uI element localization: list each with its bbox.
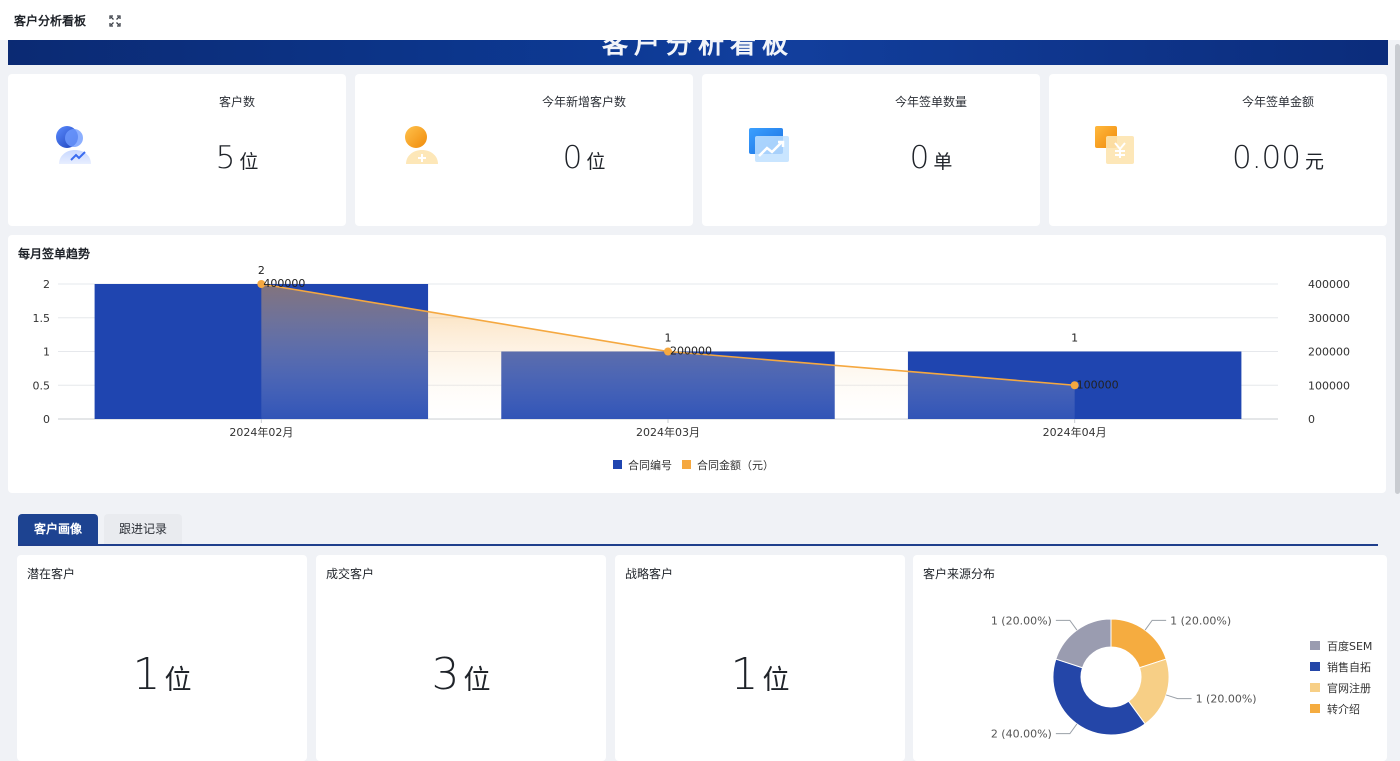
potential-customers-card: 潜在客户 1位 bbox=[17, 555, 307, 761]
customers-icon bbox=[53, 124, 97, 168]
card-unit: 位 bbox=[164, 665, 192, 696]
y-right-tick-label: 400000 bbox=[1308, 278, 1350, 291]
y-right-tick-label: 200000 bbox=[1308, 346, 1350, 359]
stat-card-signed-count: 今年签单数量 0单 bbox=[702, 74, 1040, 226]
stat-unit: 位 bbox=[586, 151, 606, 173]
stat-unit: 位 bbox=[239, 151, 259, 173]
card-value: 1位 bbox=[615, 649, 905, 700]
stat-label: 客户数 bbox=[218, 95, 255, 109]
card-unit: 位 bbox=[463, 665, 491, 696]
tab-customer-portrait[interactable]: 客户画像 bbox=[18, 514, 98, 544]
legend-label: 转介绍 bbox=[1327, 702, 1360, 716]
money-icon bbox=[1094, 124, 1138, 168]
legend-label: 官网注册 bbox=[1327, 681, 1371, 695]
customer-source-card: 客户来源分布 1 (20.00%) 2 (40.00%) 1 (20.00%) 1 (… bbox=[913, 555, 1387, 761]
line-data-label: 400000 bbox=[263, 277, 305, 290]
legend-swatch-line bbox=[682, 460, 691, 469]
bar-data-label: 1 bbox=[665, 332, 672, 345]
stat-value: 5位 bbox=[128, 140, 346, 176]
customer-source-donut: 1 (20.00%) 2 (40.00%) 1 (20.00%) 1 (20.00%)… bbox=[991, 614, 1373, 741]
card-number: 1 bbox=[730, 649, 759, 700]
y-left-tick-label: 1 bbox=[43, 346, 50, 359]
donut-leader-line bbox=[1055, 619, 1078, 631]
legend-label: 合同编号 bbox=[628, 458, 672, 472]
donut-leader-line bbox=[1055, 723, 1078, 735]
card-value: 1位 bbox=[17, 649, 307, 700]
card-value: 3位 bbox=[316, 649, 606, 700]
card-number: 1 bbox=[132, 649, 161, 700]
dashboard-banner: 客户分析看板 bbox=[8, 40, 1388, 65]
stat-unit: 元 bbox=[1305, 151, 1325, 173]
stat-label: 今年签单数量 bbox=[894, 95, 967, 109]
line-data-label: 100000 bbox=[1077, 378, 1119, 391]
strategic-customers-card: 战略客户 1位 bbox=[615, 555, 905, 761]
fullscreen-icon[interactable] bbox=[108, 13, 122, 27]
stat-label: 今年新增客户数 bbox=[541, 95, 626, 109]
y-left-tick-label: 1.5 bbox=[33, 312, 51, 325]
legend-swatch bbox=[1310, 704, 1320, 713]
tab-bar: 客户画像 跟进记录 bbox=[18, 514, 1378, 546]
donut-slice bbox=[1052, 658, 1146, 736]
card-title: 成交客户 bbox=[326, 567, 375, 581]
monthly-trend-chart: 00.511.52010000020000030000040000021 1400… bbox=[33, 264, 1351, 472]
closed-customers-card: 成交客户 3位 bbox=[316, 555, 606, 761]
card-unit: 位 bbox=[762, 665, 790, 696]
donut-data-label: 1 (20.00%) bbox=[1196, 693, 1257, 706]
stat-number: 0.00 bbox=[1231, 140, 1301, 176]
stat-value: 0位 bbox=[475, 140, 693, 176]
card-title: 战略客户 bbox=[625, 567, 674, 581]
card-number: 3 bbox=[431, 649, 460, 700]
new-customer-icon bbox=[400, 124, 444, 168]
stat-unit: 单 bbox=[933, 151, 953, 173]
card-title: 潜在客户 bbox=[27, 567, 76, 581]
stat-label: 今年签单金额 bbox=[1241, 95, 1314, 109]
legend-label: 销售自拓 bbox=[1327, 660, 1371, 674]
donut-data-label: 2 (40.00%) bbox=[991, 728, 1052, 741]
legend-swatch bbox=[1310, 662, 1320, 671]
bar-data-label: 2 bbox=[258, 264, 265, 277]
scrollbar-thumb[interactable] bbox=[1395, 44, 1400, 494]
bar-data-label: 1 bbox=[1071, 332, 1078, 345]
legend-swatch-bar bbox=[613, 460, 622, 469]
stat-card-signed-amount: 今年签单金额 0.00 元 bbox=[1049, 74, 1387, 226]
trend-icon bbox=[747, 124, 791, 168]
legend-label: 百度SEM bbox=[1327, 639, 1372, 653]
donut-data-label: 1 (20.00%) bbox=[1170, 614, 1231, 627]
banner-title: 客户分析看板 bbox=[601, 40, 794, 60]
top-bar: 客户分析看板 bbox=[0, 0, 1400, 40]
stat-number: 5 bbox=[215, 140, 236, 176]
legend-label: 合同金额（元） bbox=[697, 458, 774, 472]
x-tick-label: 2024年03月 bbox=[636, 425, 700, 439]
page-title: 客户分析看板 bbox=[14, 13, 87, 28]
y-left-tick-label: 2 bbox=[43, 278, 50, 291]
monthly-trend-card: 每月签单趋势 0 0.5 1 1.5 2 0 100000 200000 300000 40000… bbox=[8, 235, 1386, 493]
donut-leader-line bbox=[1166, 694, 1192, 700]
tab-follow-up-records[interactable]: 跟进记录 bbox=[104, 514, 182, 544]
donut-slice bbox=[1055, 618, 1112, 669]
legend-swatch bbox=[1310, 641, 1320, 650]
donut-leader-line bbox=[1144, 619, 1167, 631]
donut-data-label: 1 (20.00%) bbox=[991, 614, 1052, 627]
stat-value: 0.00 元 bbox=[1169, 140, 1387, 176]
y-right-tick-label: 0 bbox=[1308, 413, 1315, 426]
y-right-tick-label: 100000 bbox=[1308, 379, 1350, 392]
stat-card-new-customers: 今年新增客户数 0位 bbox=[355, 74, 693, 226]
y-left-tick-label: 0 bbox=[43, 413, 50, 426]
stat-value: 0单 bbox=[822, 140, 1040, 176]
y-right-tick-label: 300000 bbox=[1308, 312, 1350, 325]
line-data-label: 200000 bbox=[670, 345, 712, 358]
legend-swatch bbox=[1310, 683, 1320, 692]
stat-card-customers: 客户数 5位 bbox=[8, 74, 346, 226]
stat-number: 0 bbox=[909, 140, 930, 176]
x-tick-label: 2024年04月 bbox=[1043, 425, 1107, 439]
donut-slice bbox=[1110, 618, 1167, 669]
x-tick-label: 2024年02月 bbox=[229, 425, 293, 439]
y-left-tick-label: 0.5 bbox=[33, 379, 51, 392]
stat-number: 0 bbox=[562, 140, 583, 176]
